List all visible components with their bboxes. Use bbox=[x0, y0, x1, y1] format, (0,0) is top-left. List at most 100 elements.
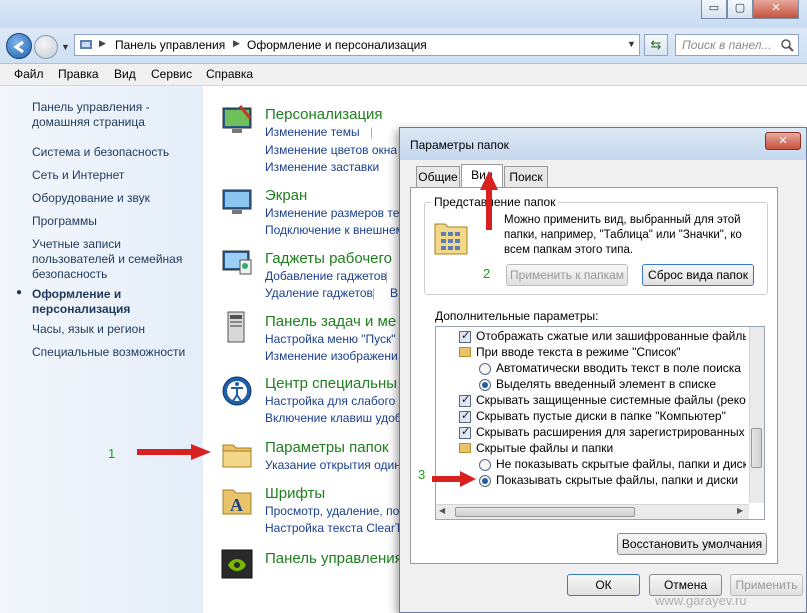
radio-button[interactable] bbox=[479, 379, 491, 391]
sidebar-item-programs[interactable]: Программы bbox=[32, 214, 200, 229]
menu-view[interactable]: Вид bbox=[114, 67, 136, 81]
maximize-button[interactable]: ▢ bbox=[727, 0, 753, 19]
menu-file[interactable]: Файл bbox=[14, 67, 44, 81]
taskbar-icon bbox=[227, 311, 245, 343]
folder-view-description: Можно применить вид, выбранный для этой … bbox=[504, 214, 742, 256]
link-truncated[interactable]: В bbox=[390, 286, 398, 300]
address-dropdown-icon[interactable]: ▼ bbox=[627, 39, 636, 49]
breadcrumb-item-appearance[interactable]: Оформление и персонализация bbox=[247, 38, 427, 52]
link-cleartype[interactable]: Настройка текста ClearTy bbox=[265, 521, 408, 535]
link-change-screensaver[interactable]: Изменение заставки bbox=[265, 160, 379, 174]
red-arrow-icon bbox=[432, 471, 476, 487]
link-view-fonts[interactable]: Просмотр, удаление, пок bbox=[265, 504, 405, 518]
search-input[interactable]: Поиск в панел... bbox=[675, 34, 799, 56]
link-add-gadgets[interactable]: Добавление гаджетов bbox=[265, 269, 387, 283]
reset-folders-button[interactable]: Сброс вида папок bbox=[642, 264, 754, 286]
link-separator: | bbox=[385, 269, 389, 283]
link-external-display[interactable]: Подключение к внешнем bbox=[265, 223, 404, 237]
address-field[interactable]: ▶ Панель управления ▶ Оформление и персо… bbox=[74, 34, 640, 56]
forward-button[interactable] bbox=[34, 35, 58, 59]
advanced-settings-label: Дополнительные параметры: bbox=[435, 309, 599, 323]
category-title-display[interactable]: Экран bbox=[265, 187, 307, 204]
ok-button[interactable]: ОК bbox=[567, 574, 640, 596]
category-title-nvidia[interactable]: Панель управления bbox=[265, 550, 403, 567]
sidebar-item-clock-region[interactable]: Часы, язык и регион bbox=[32, 322, 200, 337]
dialog-close-button[interactable]: ✕ bbox=[765, 132, 801, 150]
vertical-scroll-thumb[interactable] bbox=[751, 428, 762, 468]
folder-view-icon bbox=[434, 223, 468, 255]
sidebar-item-network[interactable]: Сеть и Интернет bbox=[32, 168, 200, 183]
vertical-scrollbar[interactable] bbox=[749, 327, 764, 503]
restore-defaults-button[interactable]: Восстановить умолчания bbox=[617, 533, 767, 555]
active-bullet-icon: ● bbox=[16, 287, 23, 298]
history-dropdown-icon[interactable]: ▼ bbox=[61, 42, 70, 52]
checkbox[interactable] bbox=[459, 409, 471, 423]
control-panel-icon bbox=[80, 40, 92, 49]
tree-item-label[interactable]: Скрытые файлы и папки bbox=[476, 441, 613, 455]
red-arrow-icon bbox=[137, 444, 211, 460]
sidebar-item-appearance[interactable]: Оформление и персонализация bbox=[32, 287, 200, 317]
red-up-arrow-icon bbox=[480, 171, 498, 230]
category-title-personalization[interactable]: Персонализация bbox=[265, 106, 383, 123]
tree-item-label[interactable]: При вводе текста в режиме "Список" bbox=[476, 345, 681, 359]
link-low-vision[interactable]: Настройка для слабого з bbox=[265, 394, 404, 408]
horizontal-scroll-thumb[interactable] bbox=[455, 507, 635, 517]
radio-button[interactable] bbox=[479, 363, 491, 375]
category-title-ease-of-access[interactable]: Центр специальны bbox=[265, 375, 397, 392]
tree-item-label[interactable]: Отображать сжатые или зашифрованные файл… bbox=[476, 329, 746, 343]
menu-tools[interactable]: Сервис bbox=[151, 67, 192, 81]
minimize-button[interactable]: ▭ bbox=[701, 0, 727, 19]
link-change-window-colors[interactable]: Изменение цветов окна bbox=[265, 143, 397, 157]
checkbox[interactable] bbox=[459, 329, 471, 343]
annotation-number: 2 bbox=[483, 266, 491, 281]
sidebar-item-user-accounts[interactable]: Учетные записи пользователей и семейная … bbox=[32, 237, 200, 282]
checkbox[interactable] bbox=[459, 425, 471, 439]
personalization-icon bbox=[222, 105, 252, 133]
tab-general[interactable]: Общие bbox=[416, 166, 460, 188]
dialog-title: Параметры папок bbox=[410, 138, 509, 152]
link-remove-gadgets[interactable]: Удаление гаджетов bbox=[265, 286, 373, 300]
back-button[interactable] bbox=[6, 33, 32, 59]
annotation-number: 1 bbox=[108, 446, 116, 461]
link-change-icons[interactable]: Изменение изображени bbox=[265, 349, 398, 363]
tree-item-label[interactable]: Показывать скрытые файлы, папки и диски bbox=[496, 473, 738, 487]
refresh-button[interactable]: ⇆ bbox=[644, 34, 668, 56]
tree-item-label[interactable]: Не показывать скрытые файлы, папки и дис… bbox=[496, 457, 746, 471]
tree-item-label[interactable]: Выделять введенный элемент в списке bbox=[496, 377, 716, 391]
category-title-folder-options[interactable]: Параметры папок bbox=[265, 439, 389, 456]
category-title-fonts[interactable]: Шрифты bbox=[265, 485, 325, 502]
tab-search[interactable]: Поиск bbox=[504, 166, 548, 188]
tree-item-label[interactable]: Автоматически вводить текст в поле поиск… bbox=[496, 361, 741, 375]
sidebar-item-home[interactable]: Панель управления - домашняя страница bbox=[32, 100, 200, 130]
close-button[interactable]: ✕ bbox=[753, 0, 799, 19]
link-text-size[interactable]: Изменение размеров тек bbox=[265, 206, 405, 220]
link-separator: | bbox=[370, 125, 374, 139]
tab-panel-view: Представление папок Можно применить вид,… bbox=[410, 187, 778, 564]
link-single-click[interactable]: Указание открытия один bbox=[265, 458, 401, 472]
folder-icon bbox=[459, 347, 471, 357]
sidebar-item-accessibility[interactable]: Специальные возможности bbox=[32, 345, 200, 360]
ease-of-access-icon bbox=[222, 376, 252, 406]
radio-button[interactable] bbox=[479, 459, 491, 471]
category-title-taskbar[interactable]: Панель задач и ме bbox=[265, 313, 396, 330]
scroll-right-icon[interactable]: ▶ bbox=[737, 506, 743, 515]
breadcrumb-item-control-panel[interactable]: Панель управления bbox=[115, 38, 225, 52]
folder-icon bbox=[459, 443, 471, 453]
category-title-gadgets[interactable]: Гаджеты рабочего bbox=[265, 250, 392, 267]
link-sticky-keys[interactable]: Включение клавиш удоб bbox=[265, 411, 402, 425]
breadcrumb-arrow-icon: ▶ bbox=[99, 38, 106, 48]
radio-button[interactable] bbox=[479, 475, 491, 487]
tree-item-label[interactable]: Скрывать защищенные системные файлы (рек… bbox=[476, 393, 746, 407]
link-start-menu[interactable]: Настройка меню "Пуск" bbox=[265, 332, 396, 346]
svg-text:A: A bbox=[230, 495, 243, 515]
apply-to-folders-button[interactable]: Применить к папкам bbox=[506, 264, 628, 286]
sidebar-item-system-security[interactable]: Система и безопасность bbox=[32, 145, 200, 160]
menu-help[interactable]: Справка bbox=[206, 67, 253, 81]
link-change-theme[interactable]: Изменение темы bbox=[265, 125, 360, 139]
tree-item-label[interactable]: Скрывать пустые диски в папке "Компьютер… bbox=[476, 409, 726, 423]
tree-item-label[interactable]: Скрывать расширения для зарегистрированн… bbox=[476, 425, 746, 439]
scroll-left-icon[interactable]: ◀ bbox=[439, 506, 445, 515]
checkbox[interactable] bbox=[459, 393, 471, 407]
sidebar-item-hardware-sound[interactable]: Оборудование и звук bbox=[32, 191, 200, 206]
menu-edit[interactable]: Правка bbox=[58, 67, 99, 81]
